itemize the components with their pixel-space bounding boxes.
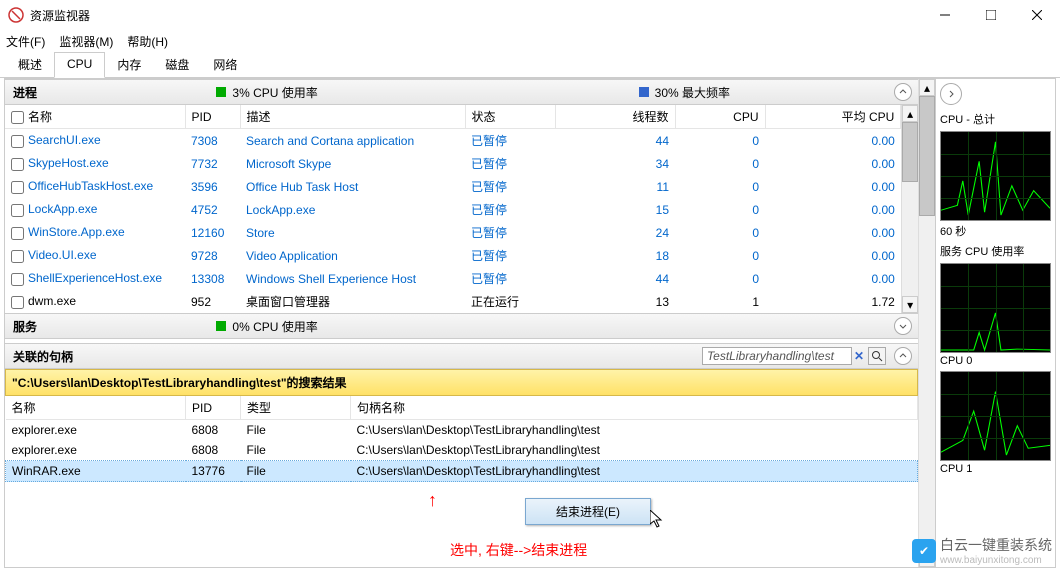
- row-checkbox[interactable]: [11, 135, 24, 148]
- col-cpu[interactable]: CPU: [675, 105, 765, 129]
- col-name[interactable]: 名称: [28, 110, 52, 124]
- tab-memory[interactable]: 内存: [105, 52, 153, 77]
- handle-row[interactable]: explorer.exe6808FileC:\Users\lan\Desktop…: [6, 440, 918, 461]
- window-title: 资源监视器: [30, 7, 922, 24]
- annotation-arrow: ↑: [428, 490, 437, 511]
- col-desc[interactable]: 描述: [240, 105, 465, 129]
- chart-cpu-total: [940, 131, 1051, 221]
- minimize-button[interactable]: [922, 0, 968, 30]
- processes-scrollbar[interactable]: ▴▾: [901, 105, 918, 313]
- chart-cpu0-label: CPU 0: [940, 355, 1051, 367]
- row-checkbox[interactable]: [11, 204, 24, 217]
- col-status[interactable]: 状态: [465, 105, 555, 129]
- process-row[interactable]: SkypeHost.exe 7732Microsoft Skype已暂停 340…: [5, 152, 901, 175]
- chart-cpu-total-label: CPU - 总计: [940, 111, 1051, 127]
- brand-logo-icon: ✔: [912, 539, 936, 563]
- col-avg[interactable]: 平均 CPU: [765, 105, 901, 129]
- brand-watermark: ✔ 白云一键重装系统 www.baiyunxitong.com: [912, 535, 1052, 566]
- tab-network[interactable]: 网络: [201, 52, 249, 77]
- collapse-icon[interactable]: [894, 83, 912, 101]
- row-checkbox[interactable]: [11, 250, 24, 263]
- processes-title: 进程: [13, 84, 37, 101]
- handle-row[interactable]: WinRAR.exe13776FileC:\Users\lan\Desktop\…: [6, 461, 918, 482]
- handle-row[interactable]: explorer.exe6808FileC:\Users\lan\Desktop…: [6, 420, 918, 441]
- row-checkbox[interactable]: [11, 181, 24, 194]
- process-row[interactable]: Video.UI.exe 9728Video Application已暂停 18…: [5, 244, 901, 267]
- brand-url: www.baiyunxitong.com: [940, 555, 1052, 566]
- cpu-usage-stat: 3% CPU 使用率: [216, 84, 317, 101]
- processes-header[interactable]: 进程 3% CPU 使用率 30% 最大频率: [5, 79, 918, 105]
- charts-pane: CPU - 总计 60 秒 服务 CPU 使用率 CPU 0 CPU 1: [935, 79, 1055, 567]
- svc-cpu-stat: 0% CPU 使用率: [216, 318, 317, 335]
- search-result-banner: "C:\Users\lan\Desktop\TestLibraryhandlin…: [5, 369, 918, 396]
- handles-title: 关联的句柄: [13, 348, 73, 365]
- chart-svc-label: 服务 CPU 使用率: [940, 243, 1051, 259]
- ctx-end-process[interactable]: 结束进程(E): [556, 503, 620, 520]
- maximize-button[interactable]: [968, 0, 1014, 30]
- row-checkbox[interactable]: [11, 227, 24, 240]
- process-row[interactable]: WinStore.App.exe 12160Store已暂停 2400.00: [5, 221, 901, 244]
- process-row[interactable]: OfficeHubTaskHost.exe 3596Office Hub Tas…: [5, 175, 901, 198]
- expand-icon[interactable]: [894, 317, 912, 335]
- app-icon: [8, 7, 24, 23]
- hcol-type[interactable]: 类型: [241, 396, 351, 420]
- titlebar: 资源监视器: [0, 0, 1060, 30]
- process-row[interactable]: ShellExperienceHost.exe 13308Windows She…: [5, 267, 901, 290]
- row-checkbox[interactable]: [11, 273, 24, 286]
- select-all-checkbox[interactable]: [11, 111, 24, 124]
- col-pid[interactable]: PID: [185, 105, 240, 129]
- max-freq-stat: 30% 最大频率: [639, 84, 730, 101]
- menu-file[interactable]: 文件(F): [6, 33, 45, 50]
- tab-cpu[interactable]: CPU: [54, 52, 105, 78]
- process-row[interactable]: LockApp.exe 4752LockApp.exe已暂停 1500.00: [5, 198, 901, 221]
- menu-monitor[interactable]: 监视器(M): [59, 33, 113, 50]
- hcol-pid[interactable]: PID: [186, 396, 241, 420]
- services-header[interactable]: 服务 0% CPU 使用率: [5, 313, 918, 339]
- processes-table: 名称 PID 描述 状态 线程数 CPU 平均 CPU SearchUI.exe…: [5, 105, 901, 313]
- search-button[interactable]: [868, 347, 886, 365]
- charts-collapse-button[interactable]: [940, 83, 962, 105]
- process-row[interactable]: SearchUI.exe 7308Search and Cortana appl…: [5, 129, 901, 153]
- main-scrollbar[interactable]: ▴▾: [918, 79, 935, 567]
- close-button[interactable]: [1014, 0, 1060, 30]
- chart-cpu0: [940, 371, 1051, 461]
- chart-60s-label: 60 秒: [940, 223, 1051, 239]
- context-menu: 结束进程(E): [525, 498, 651, 525]
- annotation-text: 选中, 右键-->结束进程: [450, 540, 587, 560]
- col-threads[interactable]: 线程数: [555, 105, 675, 129]
- services-title: 服务: [13, 318, 37, 335]
- row-checkbox[interactable]: [11, 296, 24, 309]
- handles-table: 名称 PID 类型 句柄名称 explorer.exe6808FileC:\Us…: [5, 396, 918, 482]
- brand-name: 白云一键重装系统: [940, 535, 1052, 555]
- tabs: 概述 CPU 内存 磁盘 网络: [0, 52, 1060, 78]
- process-row[interactable]: dwm.exe 952桌面窗口管理器正在运行 1311.72: [5, 290, 901, 313]
- row-checkbox[interactable]: [11, 158, 24, 171]
- menu-help[interactable]: 帮助(H): [127, 33, 168, 50]
- chart-cpu1-label: CPU 1: [940, 463, 1051, 475]
- collapse-icon[interactable]: [894, 347, 912, 365]
- hcol-name[interactable]: 名称: [6, 396, 186, 420]
- clear-search-icon[interactable]: ✕: [854, 349, 864, 363]
- chart-service-cpu: [940, 263, 1051, 353]
- handles-search-input[interactable]: [702, 347, 852, 365]
- tab-disk[interactable]: 磁盘: [153, 52, 201, 77]
- tab-overview[interactable]: 概述: [6, 52, 54, 77]
- menubar: 文件(F) 监视器(M) 帮助(H): [0, 30, 1060, 52]
- handles-header[interactable]: 关联的句柄 ✕: [5, 343, 918, 369]
- cursor-icon: [650, 510, 666, 533]
- hcol-handle[interactable]: 句柄名称: [351, 396, 918, 420]
